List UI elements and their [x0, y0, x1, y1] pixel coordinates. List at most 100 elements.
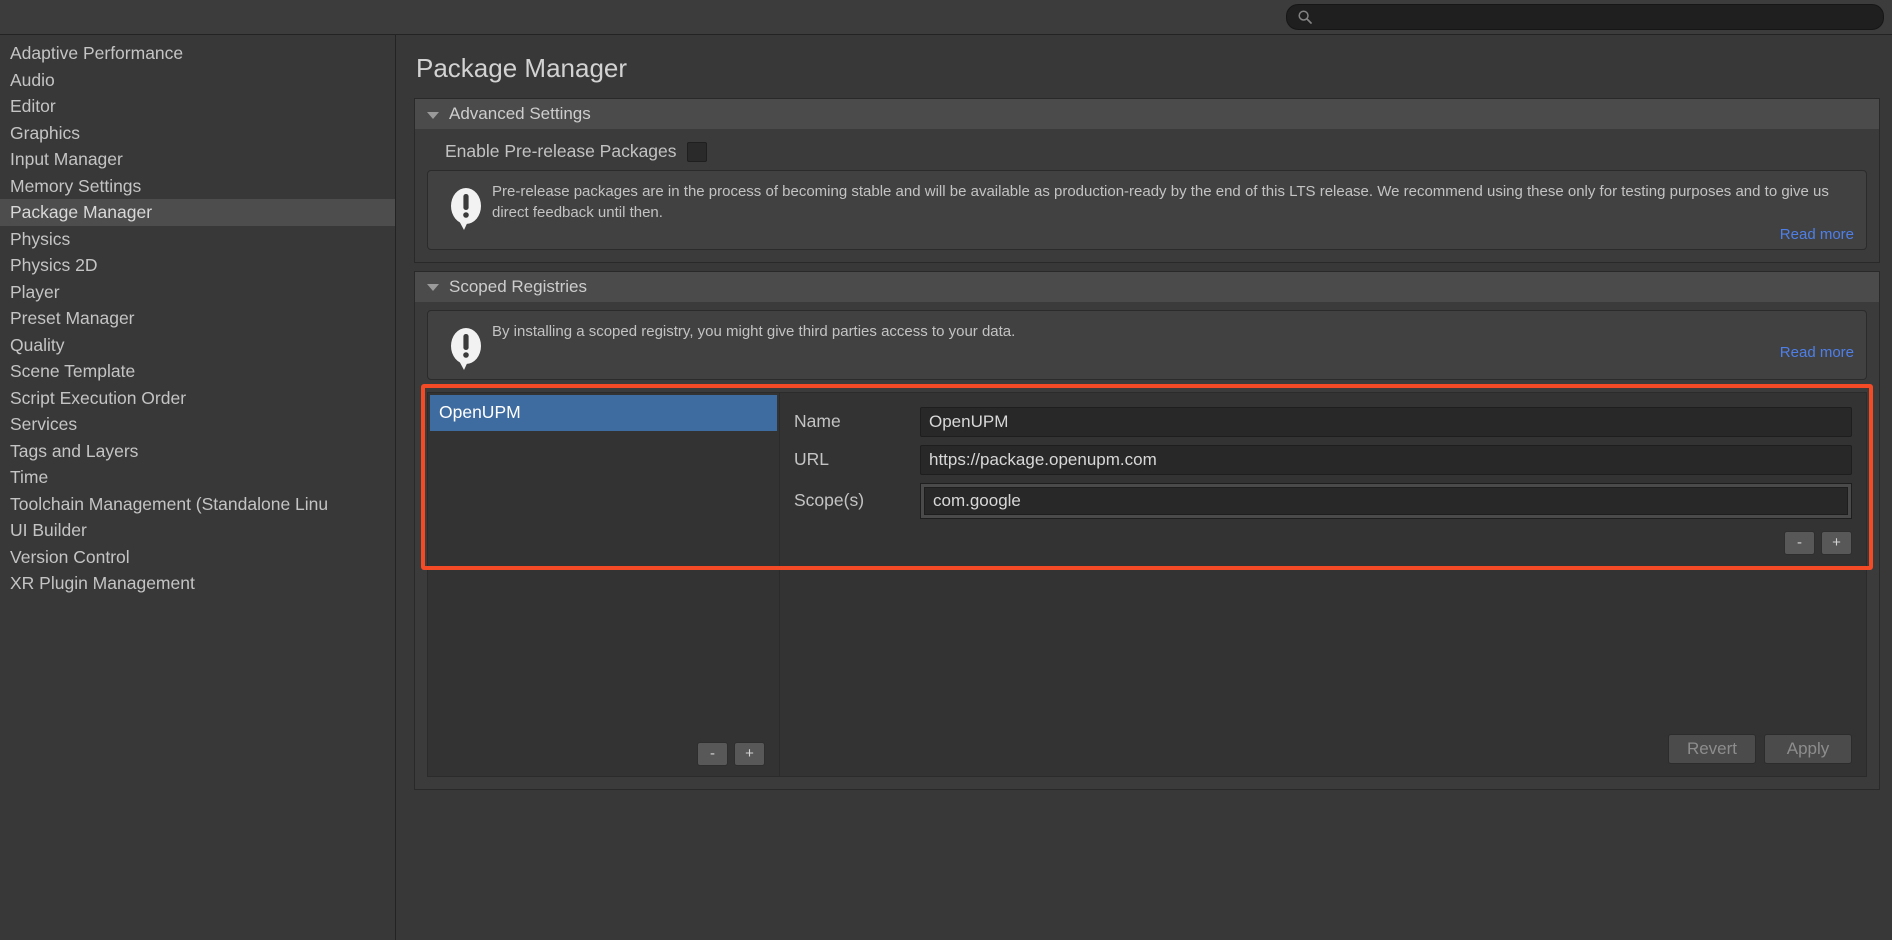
registry-url-label: URL	[794, 449, 920, 470]
advanced-settings-foldout[interactable]: Advanced Settings	[415, 99, 1879, 129]
sidebar-item-physics-2d[interactable]: Physics 2D	[0, 252, 395, 279]
sidebar-item-label: Tags and Layers	[10, 441, 138, 461]
scoped-registries-helpbox: By installing a scoped registry, you mig…	[427, 310, 1867, 380]
sidebar-item-preset-manager[interactable]: Preset Manager	[0, 305, 395, 332]
top-toolbar	[0, 0, 1892, 35]
scoped-registries-panel: Scoped Registries B	[414, 271, 1880, 790]
sidebar-item-label: Audio	[10, 70, 55, 90]
scoped-registries-foldout[interactable]: Scoped Registries	[415, 272, 1879, 302]
prerelease-help-text: Pre-release packages are in the process …	[492, 183, 1829, 221]
sidebar-item-tags-and-layers[interactable]: Tags and Layers	[0, 438, 395, 465]
registry-url-input[interactable]	[920, 445, 1852, 475]
sidebar-item-label: Script Execution Order	[10, 388, 186, 408]
read-more-link-prerelease[interactable]: Read more	[492, 226, 1854, 243]
sidebar-item-toolchain-management-standalone-linu[interactable]: Toolchain Management (Standalone Linu	[0, 491, 395, 518]
sidebar-item-label: Editor	[10, 96, 56, 116]
scope-button-row: - +	[794, 531, 1852, 555]
advanced-settings-body: Enable Pre-release Packages	[415, 129, 1879, 262]
add-scope-button[interactable]: +	[1821, 531, 1852, 555]
registry-action-row: Revert Apply	[794, 734, 1852, 776]
registry-scope-input[interactable]	[924, 487, 1848, 515]
read-more-link-scoped-registries[interactable]: Read more	[492, 344, 1854, 361]
sidebar-item-label: Adaptive Performance	[10, 43, 183, 63]
sidebar-item-script-execution-order[interactable]: Script Execution Order	[0, 385, 395, 412]
sidebar-item-editor[interactable]: Editor	[0, 93, 395, 120]
search-box[interactable]	[1286, 4, 1884, 30]
registry-list-footer: - +	[428, 732, 779, 776]
prerelease-help-content: Pre-release packages are in the process …	[492, 181, 1854, 243]
registry-scopes-list	[920, 483, 1852, 519]
sidebar-item-audio[interactable]: Audio	[0, 67, 395, 94]
sidebar-item-label: Player	[10, 282, 60, 302]
sidebar-item-scene-template[interactable]: Scene Template	[0, 358, 395, 385]
sidebar-item-label: Memory Settings	[10, 176, 141, 196]
prerelease-helpbox: Pre-release packages are in the process …	[427, 170, 1867, 250]
scoped-registries-body: By installing a scoped registry, you mig…	[415, 302, 1879, 789]
sidebar-item-memory-settings[interactable]: Memory Settings	[0, 173, 395, 200]
registry-name-label: Name	[794, 411, 920, 432]
sidebar-item-quality[interactable]: Quality	[0, 332, 395, 359]
enable-prerelease-label: Enable Pre-release Packages	[445, 141, 677, 162]
revert-button[interactable]: Revert	[1668, 734, 1756, 764]
sidebar-item-label: XR Plugin Management	[10, 573, 195, 593]
search-icon	[1297, 9, 1313, 25]
sidebar-item-label: Input Manager	[10, 149, 123, 169]
detail-spacer	[794, 555, 1852, 734]
warning-icon	[440, 181, 492, 243]
sidebar-item-version-control[interactable]: Version Control	[0, 544, 395, 571]
window-body: Adaptive Performance Audio Editor Graphics I…	[0, 35, 1892, 940]
registry-list[interactable]: OpenUPM	[428, 393, 779, 732]
registry-list-column: OpenUPM - +	[428, 393, 780, 776]
registry-detail-column: Name URL Scope(s)	[780, 393, 1866, 776]
sidebar-item-label: UI Builder	[10, 520, 87, 540]
sidebar-item-graphics[interactable]: Graphics	[0, 120, 395, 147]
search-input[interactable]	[1313, 10, 1873, 25]
sidebar-item-label: Time	[10, 467, 48, 487]
registry-editor-box: OpenUPM - + Name	[427, 392, 1867, 777]
registry-list-item-label: OpenUPM	[439, 402, 521, 423]
settings-sidebar[interactable]: Adaptive Performance Audio Editor Graphics I…	[0, 35, 396, 940]
remove-registry-button[interactable]: -	[697, 742, 728, 766]
sidebar-item-label: Physics	[10, 229, 70, 249]
sidebar-item-label: Toolchain Management (Standalone Linu	[10, 494, 328, 514]
sidebar-item-label: Version Control	[10, 547, 130, 567]
remove-scope-button[interactable]: -	[1784, 531, 1815, 555]
sidebar-item-adaptive-performance[interactable]: Adaptive Performance	[0, 40, 395, 67]
sidebar-item-label: Preset Manager	[10, 308, 135, 328]
sidebar-item-xr-plugin-management[interactable]: XR Plugin Management	[0, 570, 395, 597]
apply-button[interactable]: Apply	[1764, 734, 1852, 764]
sidebar-item-label: Quality	[10, 335, 64, 355]
scoped-registries-help-text: By installing a scoped registry, you mig…	[492, 323, 1015, 340]
sidebar-list: Adaptive Performance Audio Editor Graphics I…	[0, 40, 395, 597]
chevron-down-icon	[427, 112, 439, 119]
enable-prerelease-checkbox[interactable]	[687, 142, 707, 162]
scoped-registries-title: Scoped Registries	[449, 277, 587, 297]
registry-url-row: URL	[794, 445, 1852, 475]
sidebar-item-label: Graphics	[10, 123, 80, 143]
enable-prerelease-row[interactable]: Enable Pre-release Packages	[425, 137, 1869, 170]
registry-scopes-label: Scope(s)	[794, 490, 920, 511]
sidebar-item-label: Physics 2D	[10, 255, 98, 275]
settings-window: Adaptive Performance Audio Editor Graphics I…	[0, 0, 1892, 940]
sidebar-item-label: Package Manager	[10, 202, 152, 222]
sidebar-item-physics[interactable]: Physics	[0, 226, 395, 253]
add-registry-button[interactable]: +	[734, 742, 765, 766]
registry-name-input[interactable]	[920, 407, 1852, 437]
page-title: Package Manager	[416, 53, 1880, 84]
sidebar-item-ui-builder[interactable]: UI Builder	[0, 517, 395, 544]
registry-editor: OpenUPM - + Name	[427, 392, 1867, 777]
sidebar-item-time[interactable]: Time	[0, 464, 395, 491]
scoped-registries-help-content: By installing a scoped registry, you mig…	[492, 321, 1854, 373]
chevron-down-icon	[427, 284, 439, 291]
sidebar-item-player[interactable]: Player	[0, 279, 395, 306]
advanced-settings-title: Advanced Settings	[449, 104, 591, 124]
registry-list-item[interactable]: OpenUPM	[430, 395, 777, 431]
advanced-settings-panel: Advanced Settings Enable Pre-release Pac…	[414, 98, 1880, 263]
sidebar-item-package-manager[interactable]: Package Manager	[0, 199, 395, 226]
sidebar-item-services[interactable]: Services	[0, 411, 395, 438]
registry-scopes-row: Scope(s)	[794, 483, 1852, 519]
sidebar-item-input-manager[interactable]: Input Manager	[0, 146, 395, 173]
registry-name-row: Name	[794, 407, 1852, 437]
sidebar-item-label: Scene Template	[10, 361, 135, 381]
settings-content: Package Manager Advanced Settings Enable…	[396, 35, 1892, 940]
